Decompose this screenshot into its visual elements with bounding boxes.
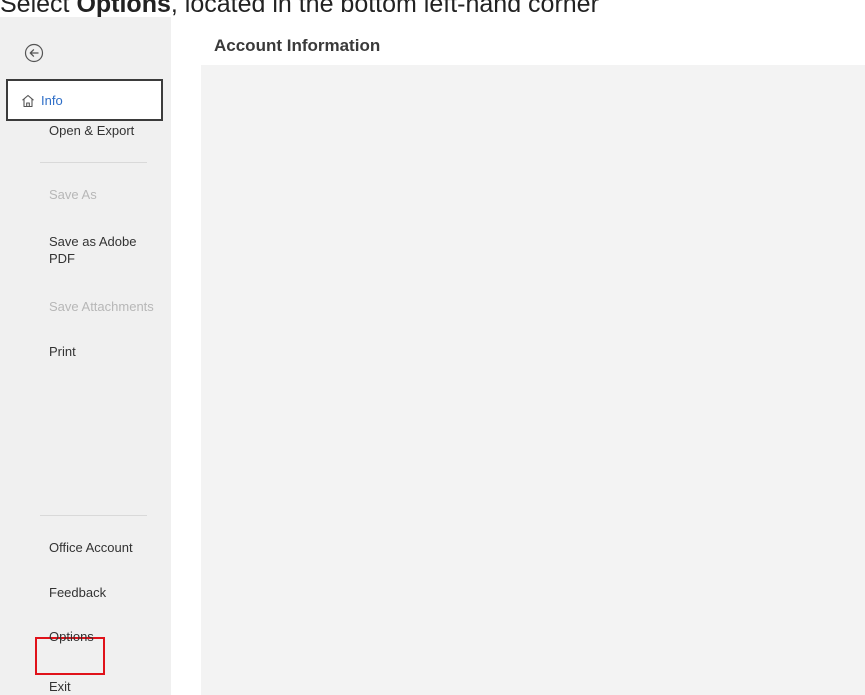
sidebar-item-print[interactable]: Print (49, 343, 76, 360)
caption-prefix: Select (0, 0, 77, 17)
backstage-sidebar: Info Open & Export Save As Save as Adobe… (0, 17, 171, 695)
sidebar-item-info-label: Info (41, 93, 63, 108)
sidebar-item-save-as-adobe-pdf[interactable]: Save as Adobe PDF (49, 233, 159, 267)
home-icon (22, 94, 34, 108)
page-title: Account Information (214, 36, 381, 55)
sidebar-item-office-account[interactable]: Office Account (49, 539, 133, 556)
caption-bold: Options (76, 0, 171, 17)
back-arrow-circle-icon (24, 43, 44, 63)
sidebar-item-feedback[interactable]: Feedback (49, 584, 106, 601)
caption-suffix: , located in the bottom left-hand corner (170, 0, 599, 17)
account-info-panel (201, 65, 865, 695)
sidebar-item-info[interactable]: Info (6, 79, 163, 121)
sidebar-item-save-as: Save As (49, 187, 97, 202)
sidebar-item-options[interactable]: Options (49, 628, 94, 645)
sidebar-item-exit[interactable]: Exit (49, 678, 71, 695)
back-button[interactable] (24, 43, 44, 63)
sidebar-divider (40, 162, 147, 163)
sidebar-divider (40, 515, 147, 516)
instruction-caption: Select Options, located in the bottom le… (0, 0, 865, 17)
sidebar-item-save-attachments: Save Attachments (49, 299, 154, 314)
sidebar-item-open-export[interactable]: Open & Export (49, 122, 134, 139)
main-content: Account Information (171, 17, 865, 695)
